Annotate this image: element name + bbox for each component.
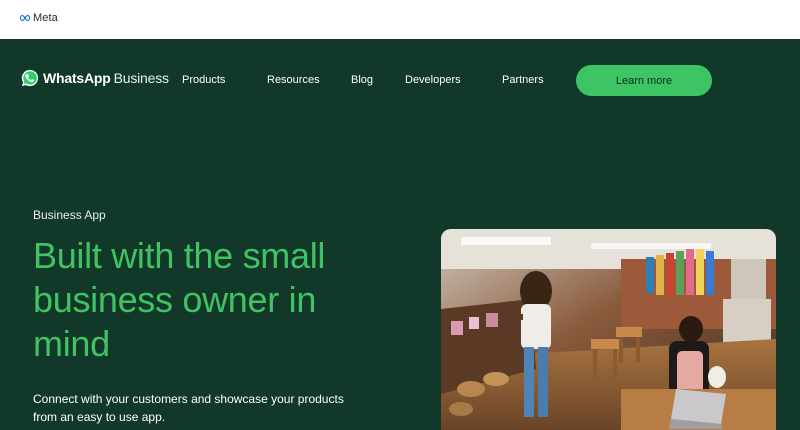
meta-top-bar: Meta xyxy=(0,0,800,39)
nav-link-resources[interactable]: Resources xyxy=(267,74,320,86)
whatsapp-business-logo[interactable]: WhatsApp Business xyxy=(20,68,169,88)
meta-logo[interactable]: Meta xyxy=(19,12,58,24)
nav-link-blog[interactable]: Blog xyxy=(351,74,373,86)
meta-brand-label: Meta xyxy=(33,12,58,24)
hero-subtitle: Connect with your customers and showcase… xyxy=(33,392,344,424)
hero-title: Built with the small business owner in m… xyxy=(33,235,326,364)
logo-text-business: Business xyxy=(113,70,169,86)
hero-photo xyxy=(441,229,776,430)
learn-more-button[interactable]: Learn more xyxy=(576,65,712,96)
meta-infinity-icon xyxy=(19,14,31,22)
nav-link-partners[interactable]: Partners xyxy=(502,74,544,86)
hero-eyebrow: Business App xyxy=(33,208,106,222)
nav-link-developers[interactable]: Developers xyxy=(405,74,461,86)
main-navbar: WhatsApp Business Products Resources Blo… xyxy=(0,39,800,121)
hero-photo-illustration xyxy=(441,229,776,430)
nav-link-products[interactable]: Products xyxy=(182,74,225,86)
whatsapp-icon xyxy=(21,69,39,87)
logo-text-whatsapp: WhatsApp xyxy=(43,70,111,86)
